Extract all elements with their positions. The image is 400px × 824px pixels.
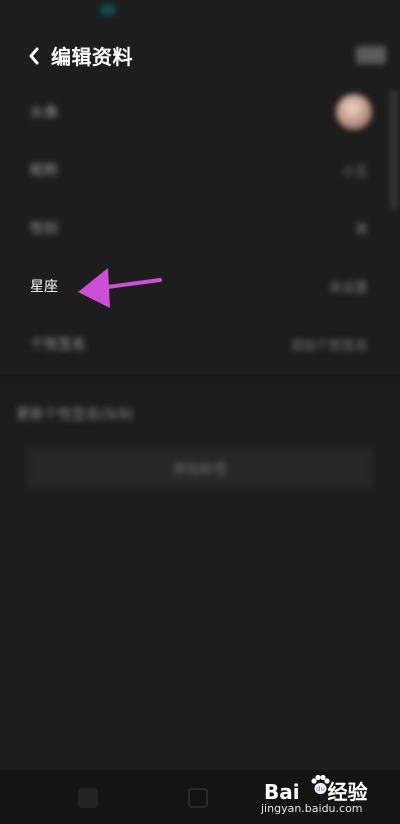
page-title: 编辑资料 <box>51 45 133 69</box>
row-label: 星座 <box>30 279 58 295</box>
avatar[interactable] <box>336 94 372 130</box>
annotation-arrow-icon <box>78 268 162 308</box>
section-divider <box>0 374 400 384</box>
scrollbar[interactable] <box>390 90 398 210</box>
row-label: 头像 <box>30 105 58 121</box>
row-nickname[interactable]: 昵称 小王 <box>0 142 400 200</box>
row-label: 个性签名 <box>30 337 86 353</box>
row-value: 未设置 <box>328 281 368 296</box>
save-button[interactable] <box>356 46 386 64</box>
nav-home-icon[interactable] <box>188 788 208 808</box>
row-value: 添加个性签名 <box>289 339 368 354</box>
watermark-url: jingyan.baidu.com <box>261 802 363 815</box>
nav-back-icon[interactable] <box>78 788 98 808</box>
row-label: 昵称 <box>30 163 58 179</box>
row-value: 男 <box>354 223 368 238</box>
row-value: 小王 <box>341 165 368 180</box>
notification-icon <box>100 4 116 16</box>
row-label: 性别 <box>30 221 58 237</box>
profile-fields: 头像 昵称 小王 性别 男 星座 未设置 个性签名 添加个性签名 <box>0 84 400 374</box>
baidu-jingyan-watermark: Bai 经验 du jingyan.baidu.com <box>256 772 376 818</box>
section-title: 更新个性签名(9/9) <box>16 407 134 423</box>
back-arrow-icon[interactable] <box>26 45 44 67</box>
watermark-logo-suffix: 经验 <box>327 780 368 804</box>
row-signature[interactable]: 个性签名 添加个性签名 <box>0 316 400 374</box>
row-avatar[interactable]: 头像 <box>0 84 400 142</box>
row-gender[interactable]: 性别 男 <box>0 200 400 258</box>
baidu-paw-icon: du <box>311 774 330 794</box>
watermark-logo-prefix: Bai <box>264 780 300 804</box>
status-bar <box>0 0 400 24</box>
row-constellation[interactable]: 星座 未设置 <box>0 258 400 316</box>
add-tag-label: 添加标签 <box>172 462 228 478</box>
svg-text:du: du <box>316 785 325 793</box>
edit-profile-screen: { "header": { "title": "编辑资料", "save_lab… <box>0 0 400 824</box>
header: 编辑资料 <box>0 32 400 80</box>
add-tag-button[interactable]: 添加标签 <box>28 446 372 490</box>
